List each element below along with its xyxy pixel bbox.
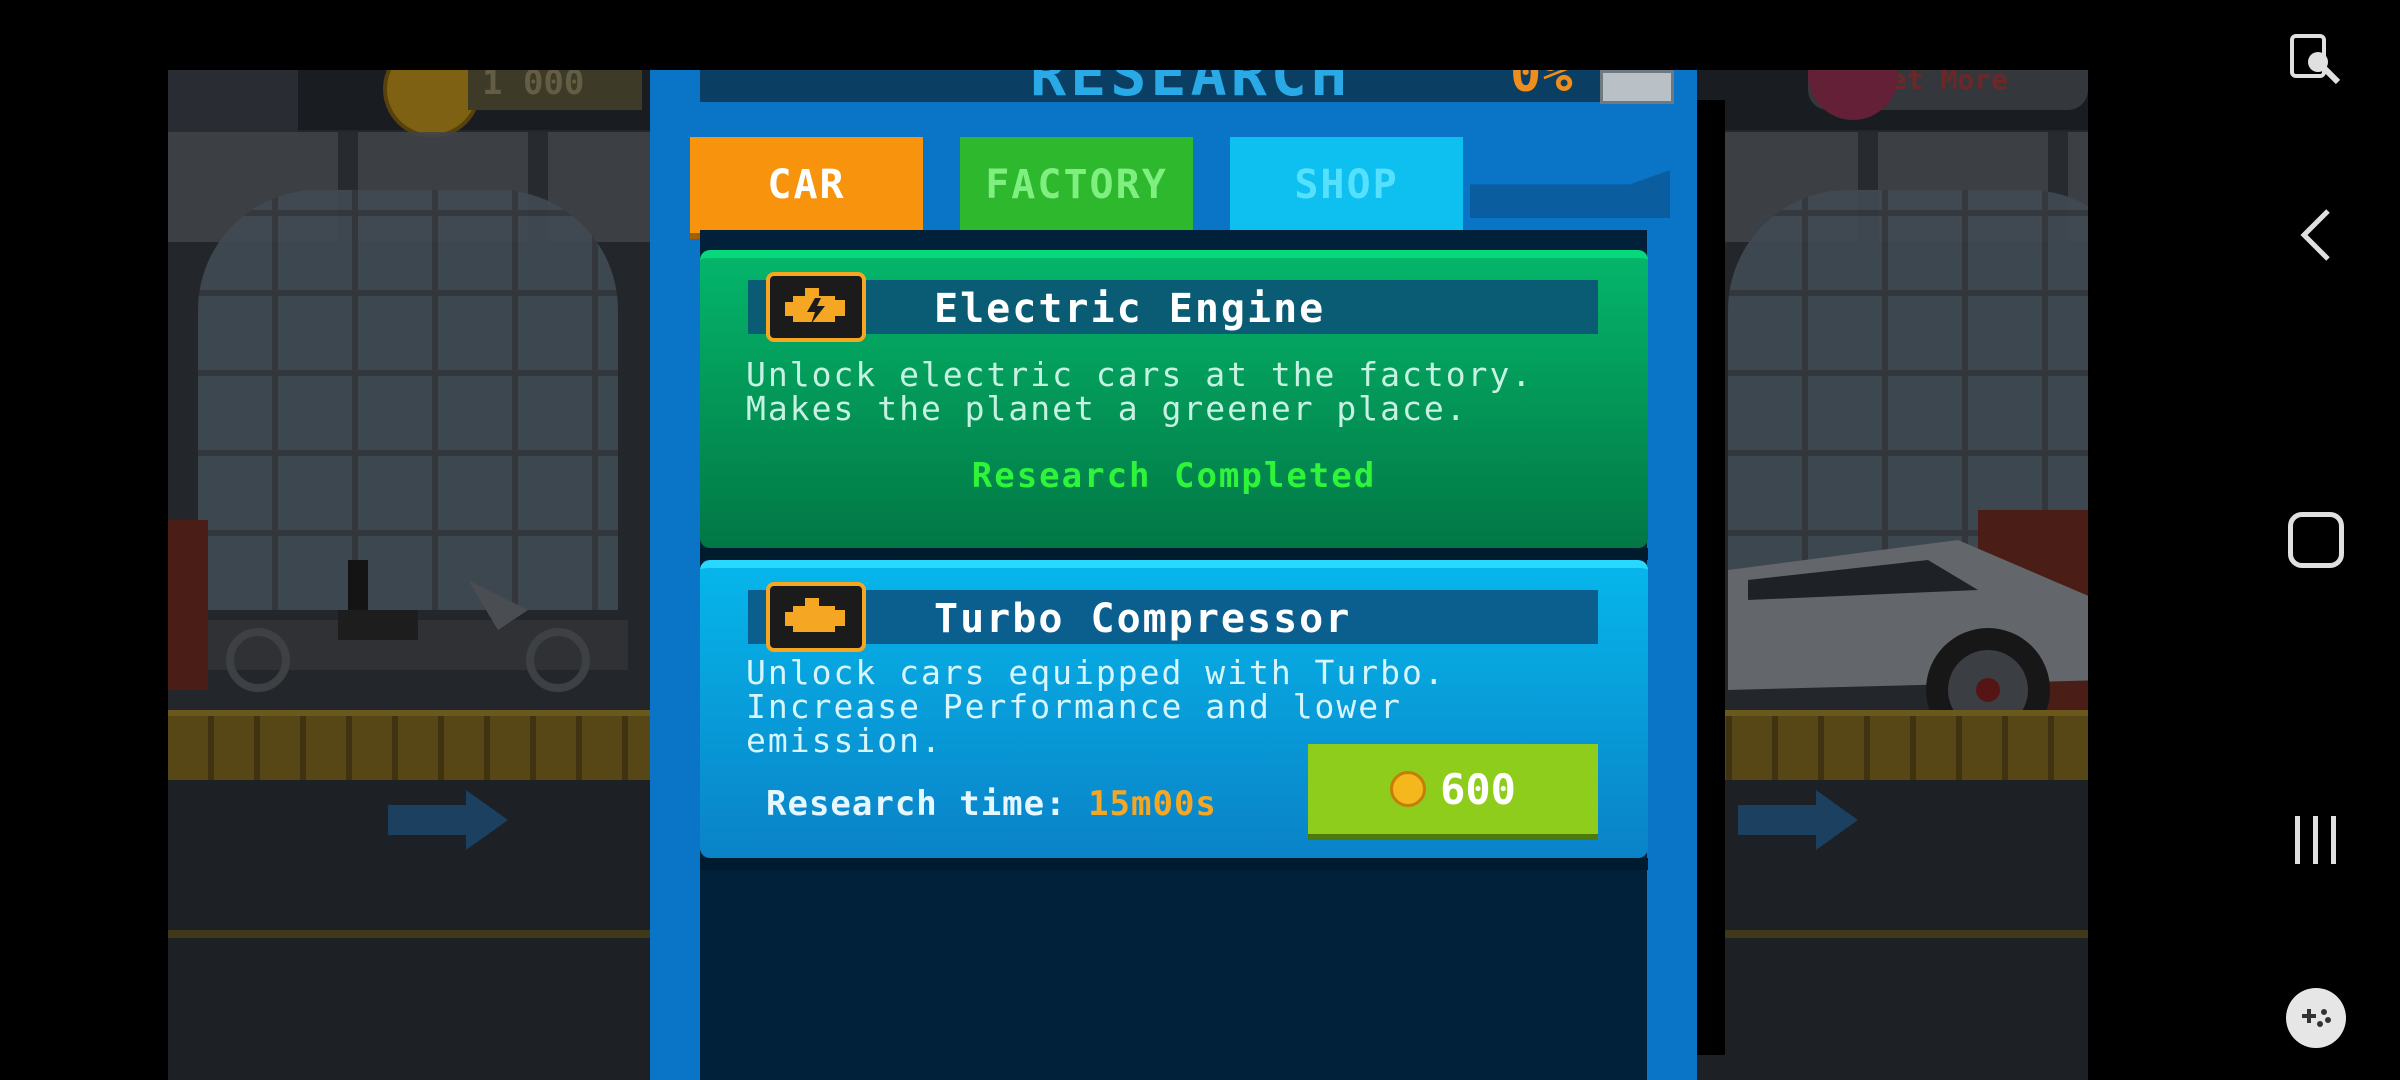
research-card-electric-engine: Electric Engine Unlock electric cars at … [700, 250, 1648, 560]
research-price: 600 [1440, 764, 1516, 814]
research-panel: RESEARCH 0% CAR FACTORY SHOP Electric En… [650, 70, 1697, 1080]
assistant-icon[interactable] [2286, 30, 2346, 90]
electric-engine-icon [766, 272, 866, 342]
card-divider [700, 548, 1648, 560]
research-card-turbo-compressor: Turbo Compressor Unlock cars equipped wi… [700, 560, 1648, 870]
tab-car[interactable]: CAR [690, 137, 923, 233]
card-header: Turbo Compressor [748, 582, 1598, 652]
card-title: Turbo Compressor [934, 596, 1352, 642]
system-nav-bar [2232, 0, 2400, 1080]
panel-shadow [1697, 100, 1725, 1055]
research-time-value: 15m00s [1088, 784, 1217, 824]
card-description: Unlock cars equipped with Turbo. Increas… [746, 653, 1446, 760]
back-icon[interactable] [2286, 200, 2346, 270]
recents-icon[interactable] [2286, 810, 2346, 870]
tab-strip [1470, 170, 1670, 218]
tab-shop[interactable]: SHOP [1230, 137, 1463, 233]
card-description: Unlock electric cars at the factory. Mak… [746, 355, 1534, 428]
scientist-icon [1600, 70, 1674, 104]
coin-icon [1390, 771, 1427, 807]
tab-factory[interactable]: FACTORY [960, 137, 1193, 233]
card-divider [700, 858, 1648, 870]
card-header: Electric Engine [748, 272, 1598, 342]
research-time: Research time: 15m00s [766, 784, 1217, 824]
game-tools-icon[interactable] [2286, 988, 2346, 1048]
panel-title-bar: RESEARCH 0% [700, 70, 1648, 102]
turbo-engine-icon [766, 582, 866, 652]
home-icon[interactable] [2288, 512, 2344, 568]
research-percent: 0% [1510, 70, 1573, 102]
card-title: Electric Engine [934, 286, 1326, 332]
panel-title: RESEARCH [1030, 70, 1351, 102]
start-research-button[interactable]: 600 [1308, 744, 1598, 834]
research-status: Research Completed [971, 456, 1377, 496]
research-time-label: Research time: [766, 784, 1067, 824]
